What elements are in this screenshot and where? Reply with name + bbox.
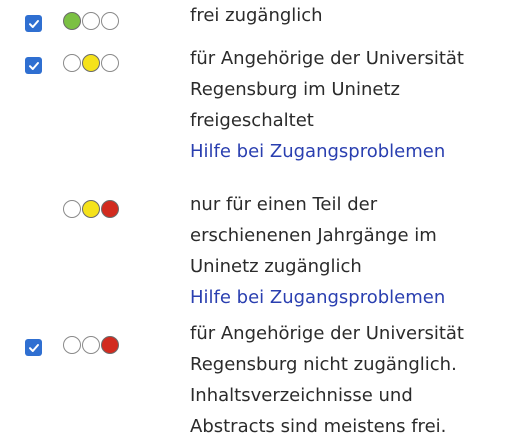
empty-light-icon [101,54,119,72]
description-line: freigeschaltet [190,110,314,131]
empty-light-icon [63,336,81,354]
green-light-icon [63,12,81,30]
empty-light-icon [82,12,100,30]
description-line: frei zugänglich [190,5,323,26]
description-line: Regensburg im Uninetz [190,79,400,100]
description-line: erschienenen Jahrgänge im [190,225,437,246]
yellow-light-icon [82,54,100,72]
access-help-link[interactable]: Hilfe bei Zugangsproblemen [190,136,510,167]
access-description-partial: nur für einen Teil der erschienenen Jahr… [190,189,510,313]
filter-checkbox-free[interactable] [25,15,42,32]
description-line: Regensburg nicht zugänglich. [190,354,457,375]
yellow-light-icon [82,200,100,218]
empty-light-icon [101,12,119,30]
access-description-campus: für Angehörige der Universität Regensbur… [190,43,510,167]
description-line: für Angehörige der Universität [190,48,464,69]
description-line: Abstracts sind meistens frei. [190,416,447,437]
red-light-icon [101,336,119,354]
traffic-light-campus [63,53,133,73]
description-line: Uninetz zugänglich [190,256,362,277]
empty-light-icon [63,200,81,218]
check-icon [28,61,39,70]
red-light-icon [101,200,119,218]
access-help-link[interactable]: Hilfe bei Zugangsproblemen [190,282,510,313]
filter-checkbox-campus[interactable] [25,57,42,74]
traffic-light-free [63,11,133,31]
empty-light-icon [82,336,100,354]
traffic-light-partial [63,199,133,219]
check-icon [28,343,39,352]
traffic-light-blocked [63,335,133,355]
description-line: für Angehörige der Universität [190,323,464,344]
filter-checkbox-blocked[interactable] [25,339,42,356]
description-line: nur für einen Teil der [190,194,378,215]
check-icon [28,19,39,28]
access-description-free: frei zugänglich [190,0,510,31]
empty-light-icon [63,54,81,72]
description-line: Inhaltsverzeichnisse und [190,385,413,406]
access-description-blocked: für Angehörige der Universität Regensbur… [190,318,510,442]
